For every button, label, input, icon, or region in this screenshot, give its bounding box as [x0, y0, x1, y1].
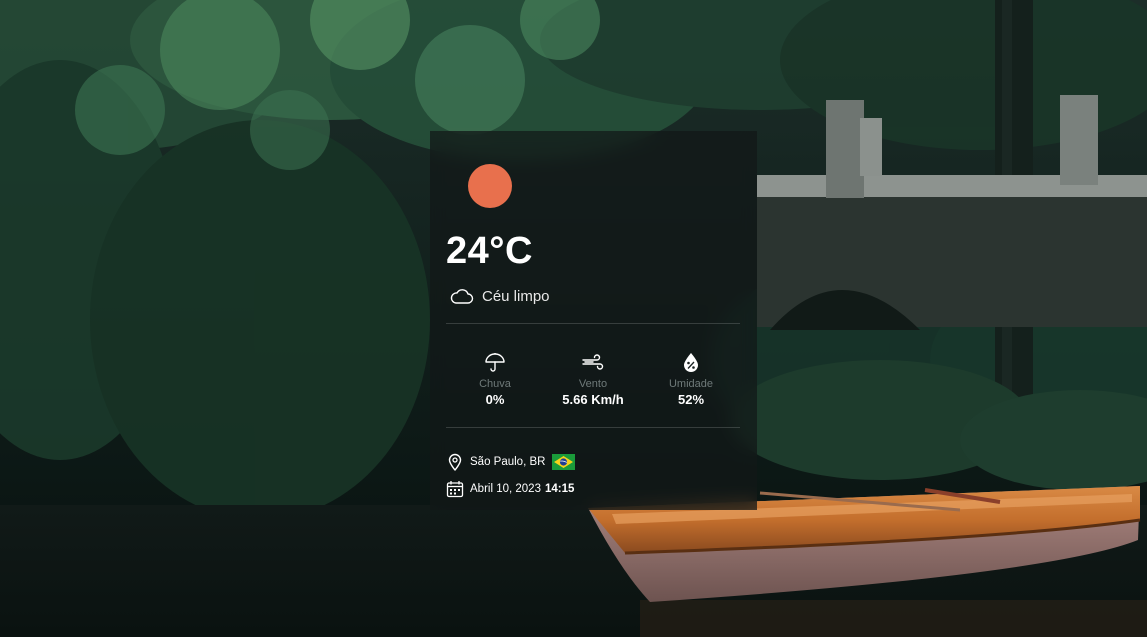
stat-humidity-label: Umidade	[668, 378, 714, 390]
humidity-icon	[684, 353, 698, 372]
stat-wind-label: Vento	[578, 378, 608, 390]
stat-rain: Chuva 0%	[446, 351, 544, 407]
weather-condition: Céu limpo	[450, 287, 550, 305]
location-pin-icon	[448, 453, 462, 471]
stat-humidity-value: 52%	[677, 392, 705, 407]
stat-wind: Vento 5.66 Km/h	[544, 351, 642, 407]
location-city: São Paulo, BR	[470, 456, 546, 468]
weather-stats: Chuva 0% Vento 5.66 Km/h Umidade 52%	[446, 351, 740, 407]
condition-label: Céu limpo	[482, 287, 550, 305]
sun-icon	[468, 164, 512, 208]
stat-rain-label: Chuva	[479, 378, 511, 390]
stat-rain-value: 0%	[485, 392, 505, 407]
weather-card: 24°C Céu limpo Chuva 0% Vento 5.66 Km/h …	[430, 131, 757, 510]
temperature: 24°C	[446, 230, 533, 272]
wind-icon	[582, 354, 604, 370]
stat-wind-value: 5.66 Km/h	[562, 392, 624, 407]
date-row: Abril 10, 2023 14:15	[446, 480, 574, 498]
stat-humidity: Umidade 52%	[642, 351, 740, 407]
location-row: São Paulo, BR	[446, 453, 581, 471]
divider-top	[446, 323, 740, 324]
time-label: 14:15	[544, 483, 575, 495]
umbrella-icon	[485, 353, 505, 372]
cloud-icon	[450, 289, 474, 304]
divider-bottom	[446, 427, 740, 428]
calendar-icon	[446, 481, 464, 498]
brazil-flag-icon	[552, 454, 576, 470]
date-label: Abril 10, 2023	[470, 483, 541, 495]
